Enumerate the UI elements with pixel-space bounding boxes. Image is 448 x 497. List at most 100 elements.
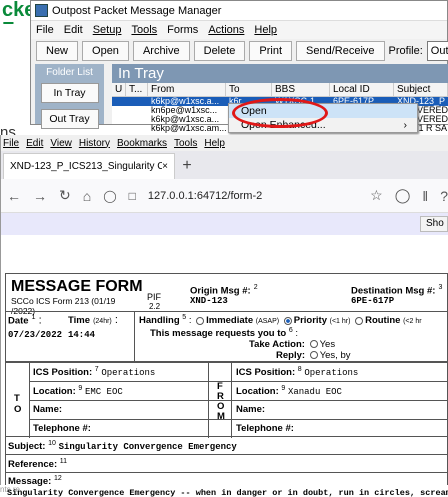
print-button[interactable]: Print (249, 41, 293, 61)
form-toolbar: Sho (1, 213, 448, 235)
browser-menu-tools[interactable]: Tools (174, 138, 197, 149)
destination-msg: Destination Msg #: 3 (351, 284, 443, 297)
browser-menu-bookmarks[interactable]: Bookmarks (117, 138, 167, 149)
time-value[interactable]: 14:44 (68, 330, 95, 340)
priority-radio[interactable] (283, 316, 292, 325)
library-icon[interactable]: ‖ (422, 188, 428, 204)
from-letters: F R O M (208, 363, 232, 438)
col-bbs[interactable]: BBS (272, 83, 330, 96)
outpost-toolbar: New Open Archive Delete Print Send/Recei… (31, 39, 448, 63)
from-position: ICS Position: 8 Operations (236, 366, 359, 379)
col-subject[interactable]: Subject (394, 83, 448, 96)
routine-radio[interactable] (355, 316, 364, 325)
open-button[interactable]: Open (82, 41, 129, 61)
browser-menu-help[interactable]: Help (204, 138, 225, 149)
message-value[interactable]: Singularity Convergence Emergency -- whe… (7, 488, 448, 497)
date-label: Date 1 : (8, 314, 42, 327)
destination-msg-value[interactable]: 6PE-617P (351, 296, 394, 306)
pif-value: 2.2 (149, 302, 161, 311)
page-icon[interactable]: □ (129, 189, 136, 203)
origin-msg: Origin Msg #: 2 (190, 284, 258, 297)
menu-tools[interactable]: Tools (131, 24, 157, 36)
browser-menu-file[interactable]: File (3, 138, 19, 149)
close-icon[interactable]: × (162, 161, 168, 172)
take-action-row: Take Action: Yes (249, 339, 336, 350)
origin-msg-value[interactable]: XND-123 (190, 296, 228, 306)
request-label: This message requests you to 6 : (150, 327, 299, 340)
menu-actions[interactable]: Actions (208, 24, 244, 36)
send-receive-button[interactable]: Send/Receive (296, 41, 385, 61)
outpost-app-icon (35, 4, 48, 17)
col-type[interactable]: T... (126, 83, 148, 96)
back-icon[interactable]: ← (7, 188, 21, 204)
home-icon[interactable]: ⌂ (83, 188, 91, 204)
to-from-block: T O ICS Position: 7 Operations Location:… (5, 362, 448, 438)
highlight-ellipse (232, 98, 328, 128)
form-title: MESSAGE FORM (11, 278, 143, 295)
reply-yes-radio[interactable] (309, 351, 318, 360)
folder-list-header: Folder List (46, 67, 93, 78)
from-location: Location: 9 Xanadu EOC (236, 385, 342, 398)
col-local-id[interactable]: Local ID (330, 83, 394, 96)
profile-label: Profile: (388, 45, 423, 57)
nav-bar: ← → ↻ ⌂ ◯ □ 127.0.0.1:64712/form-2 ☆ ◯ ‖… (1, 179, 448, 213)
show-button[interactable]: Sho (420, 216, 448, 232)
to-phone[interactable]: Telephone #: (33, 423, 91, 434)
form-header: MESSAGE FORM SCCo ICS Form 213 (01/19 /2… (5, 273, 448, 316)
menu-edit[interactable]: Edit (64, 24, 83, 36)
browser-tab[interactable]: XND-123_P_ICS213_Singularity Con × (3, 153, 175, 179)
col-unread[interactable]: U (112, 83, 126, 96)
immediate-radio[interactable] (196, 316, 205, 325)
reload-icon[interactable]: ↻ (59, 187, 71, 204)
folder-list-pane: Folder List In Tray Out Tray (35, 64, 104, 129)
reference-row[interactable]: Reference: 11 (5, 455, 448, 473)
col-from[interactable]: From (148, 83, 226, 96)
pif-label: PIF (147, 292, 162, 302)
tab-strip: XND-123_P_ICS213_Singularity Con × + (1, 151, 448, 179)
outpost-menubar: File Edit Setup Tools Forms Actions Help (31, 21, 447, 39)
to-location: Location: 9 EMC EOC (33, 385, 123, 398)
folder-in-tray[interactable]: In Tray (40, 83, 99, 103)
date-handling-row: Date 1 : 07/23/2022 Time (24hr) : 14:44 … (5, 311, 448, 363)
to-position: ICS Position: 7 Operations (33, 366, 156, 379)
delete-button[interactable]: Delete (193, 41, 246, 61)
forward-icon[interactable]: → (33, 188, 47, 204)
new-tab-icon[interactable]: + (175, 153, 199, 179)
take-action-yes-radio[interactable] (309, 340, 318, 349)
message-columns: U T... From To BBS Local ID Subject (112, 83, 448, 97)
to-letters: T O (6, 363, 30, 438)
new-button[interactable]: New (36, 41, 79, 61)
reply-row: Reply: Yes, by (276, 350, 351, 361)
message-row[interactable]: Message: 12 (5, 473, 448, 487)
from-name[interactable]: Name: (236, 404, 265, 415)
menu-setup[interactable]: Setup (93, 24, 122, 36)
date-value[interactable]: 07/23/2022 (8, 330, 62, 340)
browser-menu-view[interactable]: View (50, 138, 72, 149)
chevron-right-icon: › (403, 119, 408, 131)
col-to[interactable]: To (226, 83, 272, 96)
browser-menubar: File Edit View History Bookmarks Tools H… (1, 135, 448, 151)
menu-file[interactable]: File (36, 24, 54, 36)
folder-out-tray[interactable]: Out Tray (40, 109, 99, 129)
row-from: k6kp@w1xsc.a... (151, 115, 220, 124)
menu-forms[interactable]: Forms (167, 24, 198, 36)
subject-row[interactable]: Subject: 10 Singularity Convergence Emer… (5, 437, 448, 455)
profile-select[interactable]: Outpost (426, 41, 448, 61)
browser-menu-history[interactable]: History (79, 138, 110, 149)
divider (134, 312, 135, 363)
url-field[interactable]: 127.0.0.1:64712/form-2 (148, 190, 262, 202)
shield-icon[interactable]: ◯ (103, 189, 116, 203)
message-form: MESSAGE FORM SCCo ICS Form 213 (01/19 /2… (5, 273, 448, 487)
tab-title: XND-123_P_ICS213_Singularity Con (10, 161, 163, 172)
bookmark-star-icon[interactable]: ☆ (370, 187, 383, 204)
outpost-title: Outpost Packet Message Manager (52, 4, 222, 17)
time-label: Time (24hr) : (68, 314, 118, 326)
menu-help[interactable]: Help (254, 24, 277, 36)
to-name[interactable]: Name: (33, 404, 62, 415)
row-from: k6kp@w1xsc.am... (151, 124, 226, 133)
browser-menu-edit[interactable]: Edit (26, 138, 43, 149)
pocket-icon[interactable]: ◯ (395, 187, 411, 204)
archive-button[interactable]: Archive (132, 41, 190, 61)
from-phone[interactable]: Telephone #: (236, 423, 294, 434)
help-icon[interactable]: ? (440, 188, 448, 204)
